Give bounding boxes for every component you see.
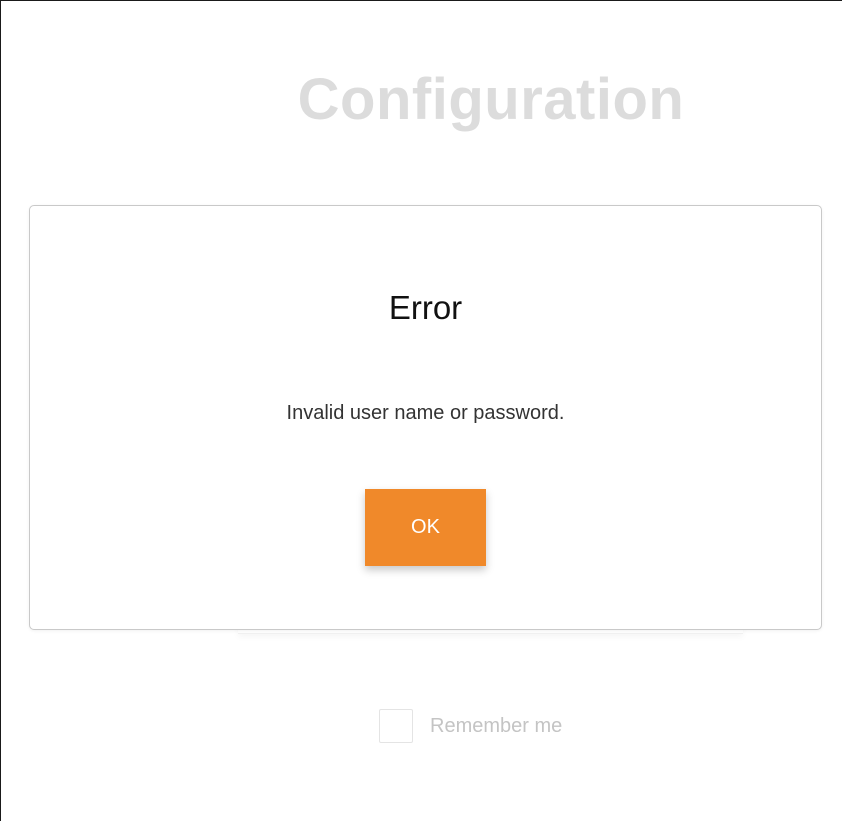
app-window: Configuration Remember me Error Invalid …	[0, 0, 842, 821]
remember-me-checkbox[interactable]	[379, 709, 413, 743]
dialog-message: Invalid user name or password.	[286, 402, 565, 424]
page-title: Configuration	[297, 67, 685, 132]
error-dialog: Error Invalid user name or password. OK	[29, 205, 822, 630]
remember-me-row: Remember me	[379, 708, 562, 744]
remember-me-label: Remember me	[430, 714, 563, 737]
ok-button[interactable]: OK	[365, 489, 486, 566]
dialog-title: Error	[388, 289, 463, 326]
